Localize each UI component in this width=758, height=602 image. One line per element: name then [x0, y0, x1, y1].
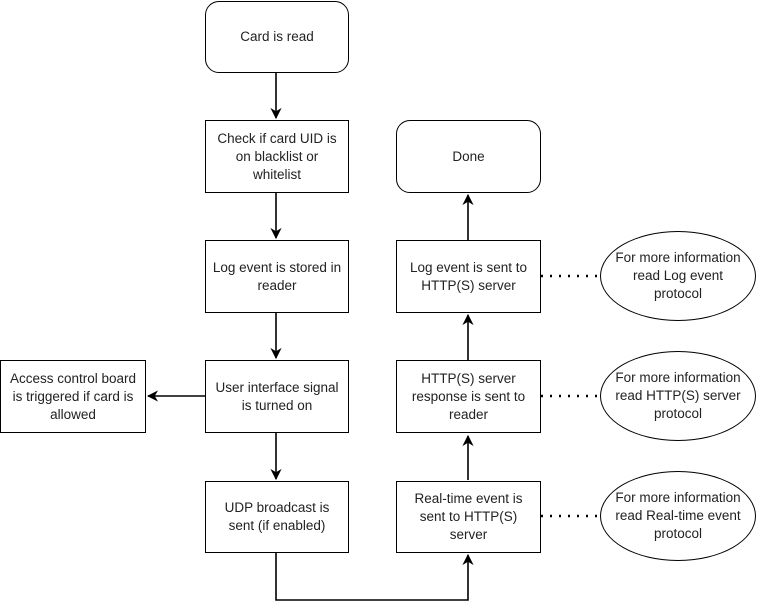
node-access-board: Access control board is triggered if car…: [0, 360, 146, 433]
flowchart-canvas: Card is read Check if card UID is on bla…: [0, 0, 758, 602]
node-check-uid-label: Check if card UID is on blacklist or whi…: [217, 130, 337, 182]
node-ui-signal-label: User interface signal is turned on: [215, 379, 339, 413]
node-server-response: HTTP(S) server response is sent to reade…: [396, 360, 541, 433]
node-ui-signal: User interface signal is turned on: [205, 360, 349, 433]
node-udp-broadcast: UDP broadcast is sent (if enabled): [205, 481, 349, 553]
node-card-read: Card is read: [205, 1, 349, 73]
node-done-label: Done: [452, 148, 485, 164]
note-log-event-protocol: For more information read Log event prot…: [600, 231, 756, 321]
edge-udp-broadcast-to-realtime-event: [275, 552, 474, 601]
node-access-board-label: Access control board is triggered if car…: [9, 370, 137, 422]
note-realtime-event-protocol: For more information read Real-time even…: [600, 471, 756, 561]
node-realtime-event: Real-time event is sent to HTTP(S) serve…: [396, 481, 541, 553]
node-server-response-label: HTTP(S) server response is sent to reade…: [411, 370, 526, 422]
node-log-stored-label: Log event is stored in reader: [212, 259, 342, 293]
node-done: Done: [396, 120, 541, 193]
note-log-event-protocol-label: For more information read Log event prot…: [615, 250, 741, 301]
node-udp-broadcast-label: UDP broadcast is sent (if enabled): [224, 500, 330, 533]
note-realtime-event-protocol-label: For more information read Real-time even…: [615, 490, 741, 541]
node-realtime-event-label: Real-time event is sent to HTTP(S) serve…: [414, 491, 523, 542]
note-server-protocol-label: For more information read HTTP(S) server…: [615, 370, 741, 421]
node-log-stored: Log event is stored in reader: [205, 240, 349, 313]
note-server-protocol: For more information read HTTP(S) server…: [600, 351, 756, 441]
node-log-sent: Log event is sent to HTTP(S) server: [396, 240, 541, 313]
node-check-uid: Check if card UID is on blacklist or whi…: [205, 120, 349, 193]
node-card-read-label: Card is read: [240, 29, 314, 44]
node-log-sent-label: Log event is sent to HTTP(S) server: [409, 259, 528, 293]
